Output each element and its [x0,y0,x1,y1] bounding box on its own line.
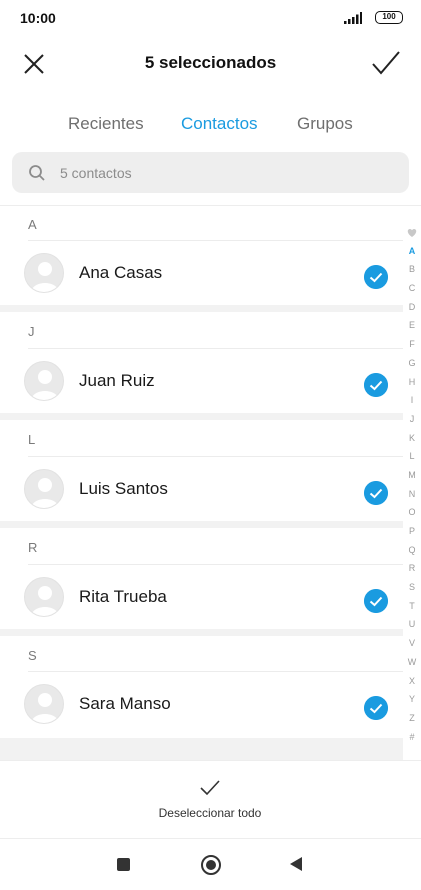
contact-name: Rita Trueba [79,587,167,606]
index-letter[interactable]: V [403,634,421,653]
divider [0,760,421,761]
back-icon[interactable] [290,857,302,871]
selected-check-icon[interactable] [364,696,388,720]
index-letter[interactable]: B [403,260,421,279]
avatar [24,253,64,293]
section-letter: S [28,648,37,663]
section-letter: A [28,217,37,232]
selected-check-icon[interactable] [364,373,388,397]
contact-name: Juan Ruiz [79,371,155,390]
home-icon-center [206,860,216,870]
index-letter[interactable]: N [403,485,421,504]
page-title: 5 seleccionados [144,53,277,72]
tab-contactos[interactable]: Contactos [181,114,258,134]
list-end-spacer [0,738,403,760]
section-gap [0,521,403,528]
index-letter[interactable]: H [403,373,421,392]
index-letter[interactable]: G [403,354,421,373]
section-letter: R [28,540,38,555]
section-letter: L [28,432,36,447]
selected-check-icon[interactable] [364,481,388,505]
search-placeholder: 5 contactos [60,165,132,181]
header: 5 seleccionados [0,36,421,92]
contact-name: Sara Manso [79,694,171,713]
favorites-heart-icon[interactable] [403,223,421,242]
search-icon [29,165,45,181]
index-letter[interactable]: L [403,447,421,466]
index-letter[interactable]: F [403,335,421,354]
index-letter[interactable]: J [403,410,421,429]
index-letter[interactable]: C [403,279,421,298]
status-time: 10:00 [20,10,56,26]
section-gap [0,629,403,636]
index-letter[interactable]: I [403,391,421,410]
contact-row-luis-santos[interactable]: Luis Santos [0,457,403,521]
index-letter[interactable]: Y [403,690,421,709]
index-letter[interactable]: O [403,503,421,522]
index-letter[interactable]: E [403,316,421,335]
deselect-all-label: Deseleccionar todo [158,806,262,820]
index-letter[interactable]: S [403,578,421,597]
index-letter[interactable]: U [403,615,421,634]
avatar [24,361,64,401]
index-letter[interactable]: P [403,522,421,541]
tab-grupos[interactable]: Grupos [297,114,353,134]
index-letter[interactable]: D [403,298,421,317]
divider [0,205,421,206]
alphabet-index[interactable]: A B C D E F G H I J K L M N O P Q R S T … [403,223,421,746]
search-input[interactable]: 5 contactos [12,152,409,193]
contact-row-rita-trueba[interactable]: Rita Trueba [0,565,403,629]
contact-row-juan-ruiz[interactable]: Juan Ruiz [0,349,403,413]
battery-icon: 100 [375,11,403,24]
tab-recientes[interactable]: Recientes [68,114,144,134]
selected-check-icon[interactable] [364,265,388,289]
index-letter[interactable]: # [403,728,421,747]
index-letter[interactable]: A [403,242,421,261]
index-letter[interactable]: X [403,672,421,691]
contact-name: Ana Casas [79,263,163,282]
contact-row-ana-casas[interactable]: Ana Casas [0,241,403,305]
section-gap [0,413,403,420]
index-letter[interactable]: M [403,466,421,485]
avatar [24,684,64,724]
index-letter[interactable]: Q [403,541,421,560]
section-gap [0,305,403,312]
contact-name: Luis Santos [79,479,168,498]
selected-check-icon[interactable] [364,589,388,613]
signal-icon [344,12,362,24]
check-icon [200,780,220,796]
avatar [24,577,64,617]
avatar [24,469,64,509]
index-letter[interactable]: T [403,597,421,616]
home-icon[interactable] [201,855,221,875]
recent-apps-icon[interactable] [117,858,130,871]
deselect-all-button[interactable]: Deseleccionar todo [130,772,290,828]
index-letter[interactable]: Z [403,709,421,728]
confirm-check-icon[interactable] [370,48,402,78]
status-bar: 10:00 100 [0,0,421,36]
divider [0,838,421,839]
section-letter: J [28,324,35,339]
index-letter[interactable]: K [403,429,421,448]
tab-bar: Recientes Contactos Grupos [0,108,421,142]
index-letter[interactable]: W [403,653,421,672]
index-letter[interactable]: R [403,559,421,578]
contact-row-sara-manso[interactable]: Sara Manso [0,672,403,736]
